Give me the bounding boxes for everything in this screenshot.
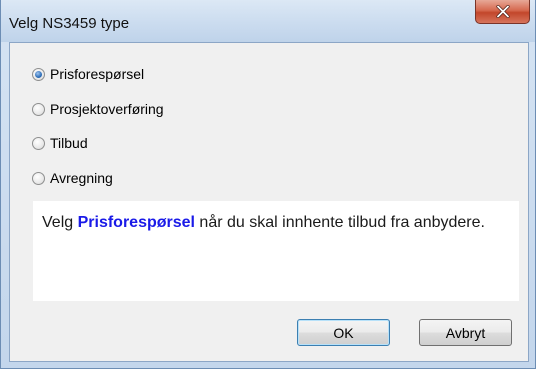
description-box: Velg Prisforespørsel når du skal innhent… [33, 201, 519, 301]
ok-button[interactable]: OK [297, 319, 390, 346]
cancel-button[interactable]: Avbryt [419, 319, 512, 346]
radio-button[interactable] [32, 136, 45, 150]
close-button[interactable] [475, 0, 530, 24]
radio-option-prosjektoverforing[interactable]: Prosjektoverføring [32, 99, 164, 119]
radio-button-checked[interactable] [32, 67, 45, 81]
radio-label: Prisforespørsel [50, 66, 145, 82]
radio-label: Tilbud [50, 135, 88, 151]
radio-option-tilbud[interactable]: Tilbud [32, 133, 88, 153]
radio-label: Prosjektoverføring [50, 101, 164, 117]
description-text: Velg Prisforespørsel når du skal innhent… [42, 213, 510, 232]
radio-button[interactable] [32, 171, 45, 185]
description-prefix: Velg [42, 214, 78, 231]
close-icon [496, 5, 510, 18]
radio-option-prisforesporsel[interactable]: Prisforespørsel [32, 64, 144, 84]
dialog-window: Velg NS3459 type Prisforespørsel Prosjek… [0, 0, 536, 369]
description-suffix: når du skal innhente tilbud fra anbydere… [194, 214, 485, 231]
radio-button[interactable] [32, 102, 45, 116]
radio-option-avregning[interactable]: Avregning [32, 168, 113, 188]
title-bar[interactable]: Velg NS3459 type [1, 0, 535, 42]
description-highlight: Prisforespørsel [77, 214, 195, 231]
dialog-content: Prisforespørsel Prosjektoverføring Tilbu… [9, 42, 529, 362]
radio-label: Avregning [50, 170, 113, 186]
window-title: Velg NS3459 type [9, 15, 130, 32]
